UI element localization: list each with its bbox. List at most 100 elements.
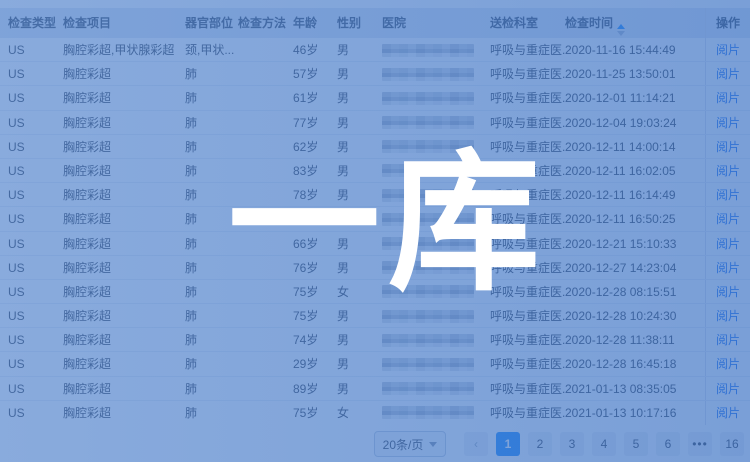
- view-film-link[interactable]: 阅片: [716, 382, 740, 396]
- cell-gender: 男: [337, 135, 382, 158]
- page-button-6[interactable]: 6: [656, 432, 680, 456]
- cell-exam-item: 胸腔彩超: [63, 159, 185, 182]
- cell-department: 呼吸与重症医...: [490, 38, 565, 61]
- cell-method: [238, 401, 293, 425]
- cell-department: 呼吸与重症医...: [490, 62, 565, 85]
- view-film-link[interactable]: 阅片: [716, 140, 740, 154]
- table-row: US 胸腔彩超 肺 57岁 男 呼吸与重症医... 2020-11-25 13:…: [0, 62, 750, 86]
- page-number-list: 123456: [492, 432, 684, 456]
- cell-hospital: [382, 62, 490, 85]
- cell-gender: 男: [337, 232, 382, 255]
- cell-age: 77岁: [293, 111, 337, 134]
- view-film-link[interactable]: 阅片: [716, 357, 740, 371]
- table-row: US 胸腔彩超 肺 61岁 男 呼吸与重症医... 2020-12-01 11:…: [0, 86, 750, 110]
- column-header-gender: 性别: [337, 8, 382, 38]
- view-film-link[interactable]: 阅片: [716, 43, 740, 57]
- cell-exam-time: 2021-01-13 08:35:05: [565, 377, 705, 400]
- hospital-redacted-blur: [382, 334, 474, 347]
- cell-exam-time: 2020-12-11 16:02:05: [565, 159, 705, 182]
- cell-hospital: [382, 328, 490, 351]
- hospital-redacted-blur: [382, 68, 474, 81]
- view-film-link[interactable]: 阅片: [716, 406, 740, 420]
- view-film-link[interactable]: 阅片: [716, 164, 740, 178]
- page-button-5[interactable]: 5: [624, 432, 648, 456]
- table-row: US 胸腔彩超 肺 76岁 女 呼吸与重症医... 2020-12-11 16:…: [0, 207, 750, 231]
- cell-hospital: [382, 38, 490, 61]
- cell-exam-item: 胸腔彩超: [63, 401, 185, 425]
- cell-age: 89岁: [293, 377, 337, 400]
- view-film-link[interactable]: 阅片: [716, 261, 740, 275]
- cell-age: 78岁: [293, 183, 337, 206]
- cell-hospital: [382, 86, 490, 109]
- cell-exam-item: 胸腔彩超: [63, 86, 185, 109]
- page-button-1[interactable]: 1: [496, 432, 520, 456]
- cell-exam-type: US: [8, 207, 63, 230]
- table-row: US 胸腔彩超,甲状腺彩超 颈,甲状... 46岁 男 呼吸与重症医... 20…: [0, 38, 750, 62]
- view-film-link[interactable]: 阅片: [716, 67, 740, 81]
- cell-exam-type: US: [8, 280, 63, 303]
- cell-method: [238, 256, 293, 279]
- cell-hospital: [382, 111, 490, 134]
- cell-exam-time: 2020-12-11 16:14:49: [565, 183, 705, 206]
- cell-exam-type: US: [8, 232, 63, 255]
- cell-organ: 肺: [185, 401, 238, 425]
- prev-page-button[interactable]: ‹: [464, 432, 488, 456]
- cell-method: [238, 159, 293, 182]
- cell-gender: 男: [337, 183, 382, 206]
- cell-gender: 男: [337, 62, 382, 85]
- view-film-link[interactable]: 阅片: [716, 237, 740, 251]
- cell-exam-item: 胸腔彩超: [63, 135, 185, 158]
- page-size-select[interactable]: 20条/页: [374, 431, 446, 457]
- cell-method: [238, 304, 293, 327]
- view-film-link[interactable]: 阅片: [716, 116, 740, 130]
- sort-asc-icon[interactable]: [617, 20, 625, 38]
- cell-department: 呼吸与重症医...: [490, 401, 565, 425]
- cell-department: 呼吸与重症医...: [490, 280, 565, 303]
- cell-department: 呼吸与重症医...: [490, 304, 565, 327]
- cell-age: 76岁: [293, 256, 337, 279]
- column-header-exam-item: 检查项目: [63, 8, 185, 38]
- cell-hospital: [382, 256, 490, 279]
- last-page-button[interactable]: 16: [720, 432, 744, 456]
- table-row: US 胸腔彩超 肺 89岁 男 呼吸与重症医... 2021-01-13 08:…: [0, 377, 750, 401]
- table-row: US 胸腔彩超 肺 75岁 女 呼吸与重症医... 2021-01-13 10:…: [0, 401, 750, 425]
- cell-method: [238, 86, 293, 109]
- column-header-exam-time[interactable]: 检查时间: [565, 8, 705, 38]
- cell-gender: 男: [337, 304, 382, 327]
- hospital-redacted-blur: [382, 406, 474, 419]
- view-film-link[interactable]: 阅片: [716, 333, 740, 347]
- cell-organ: 肺: [185, 159, 238, 182]
- hospital-redacted-blur: [382, 189, 474, 202]
- view-film-link[interactable]: 阅片: [716, 285, 740, 299]
- hospital-redacted-blur: [382, 237, 474, 250]
- hospital-redacted-blur: [382, 358, 474, 371]
- cell-organ: 肺: [185, 256, 238, 279]
- cell-exam-type: US: [8, 352, 63, 375]
- cell-hospital: [382, 377, 490, 400]
- cell-hospital: [382, 207, 490, 230]
- cell-age: 76岁: [293, 207, 337, 230]
- view-film-link[interactable]: 阅片: [716, 309, 740, 323]
- cell-method: [238, 232, 293, 255]
- column-header-department: 送检科室: [490, 8, 565, 38]
- cell-exam-time: 2020-12-28 10:24:30: [565, 304, 705, 327]
- cell-gender: 男: [337, 159, 382, 182]
- cell-method: [238, 183, 293, 206]
- page-button-4[interactable]: 4: [592, 432, 616, 456]
- cell-exam-type: US: [8, 256, 63, 279]
- more-pages-button[interactable]: •••: [688, 432, 712, 456]
- cell-department: 呼吸与重症医...: [490, 183, 565, 206]
- page-button-3[interactable]: 3: [560, 432, 584, 456]
- view-film-link[interactable]: 阅片: [716, 212, 740, 226]
- cell-exam-time: 2021-01-13 10:17:16: [565, 401, 705, 425]
- cell-exam-time: 2020-12-28 16:45:18: [565, 352, 705, 375]
- view-film-link[interactable]: 阅片: [716, 91, 740, 105]
- cell-method: [238, 280, 293, 303]
- cell-method: [238, 377, 293, 400]
- cell-age: 83岁: [293, 159, 337, 182]
- cell-exam-time: 2020-11-25 13:50:01: [565, 62, 705, 85]
- column-header-actions: 操作: [705, 8, 750, 38]
- view-film-link[interactable]: 阅片: [716, 188, 740, 202]
- cell-exam-type: US: [8, 159, 63, 182]
- page-button-2[interactable]: 2: [528, 432, 552, 456]
